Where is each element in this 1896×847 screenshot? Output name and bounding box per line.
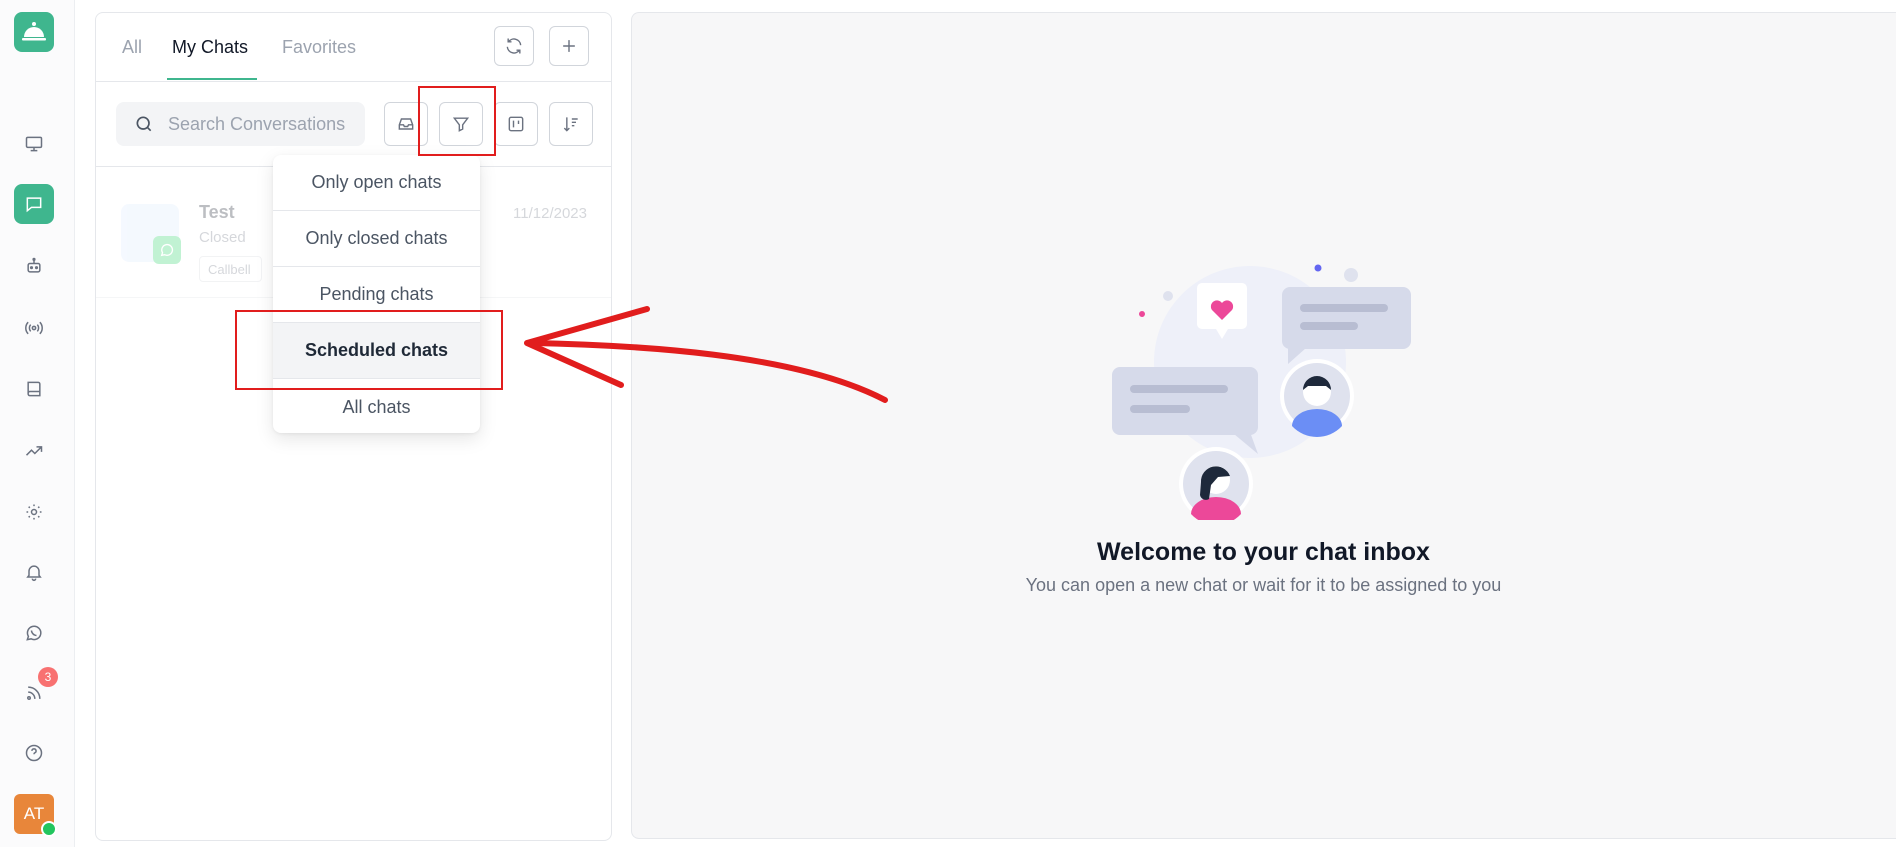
tag-label: Callbell (208, 261, 251, 277)
user-avatar[interactable]: AT (14, 794, 57, 837)
settings-icon (26, 504, 42, 520)
nav-knowledge-base[interactable] (14, 369, 54, 409)
app-logo[interactable] (14, 12, 54, 52)
trending-icon (25, 446, 43, 456)
inbox-filter-button[interactable] (384, 102, 428, 146)
tab-all[interactable]: All (122, 37, 142, 58)
book-icon (27, 381, 41, 397)
left-nav-rail: 3 AT (0, 0, 75, 847)
refresh-icon (506, 38, 522, 54)
active-tab-indicator (167, 78, 257, 80)
filter-option-scheduled[interactable]: Scheduled chats (273, 323, 480, 379)
filter-option-pending[interactable]: Pending chats (273, 267, 480, 323)
plus-icon (563, 40, 575, 52)
filter-button[interactable] (439, 102, 483, 146)
nav-chats[interactable] (14, 184, 54, 224)
help-icon (25, 744, 43, 762)
filter-option-closed[interactable]: Only closed chats (273, 211, 480, 267)
chat-inbox-illustration (1112, 264, 1411, 520)
new-chat-button[interactable] (549, 26, 589, 66)
tab-my-chats[interactable]: My Chats (172, 37, 248, 58)
nav-notifications[interactable] (14, 552, 54, 592)
broadcast-icon (25, 321, 43, 335)
nav-broadcast[interactable] (14, 308, 54, 348)
kanban-icon (508, 116, 524, 132)
nav-analytics[interactable] (14, 431, 54, 471)
chat-status: Closed (199, 229, 246, 246)
bell-icon (26, 565, 42, 582)
filter-icon (452, 117, 470, 132)
rss-icon (27, 686, 41, 700)
empty-state-subtitle: You can open a new chat or wait for it t… (1025, 575, 1502, 595)
nav-help[interactable] (14, 733, 54, 773)
chat-date: 11/12/2023 (513, 205, 587, 222)
search-box[interactable] (116, 102, 365, 146)
sort-button[interactable] (549, 102, 593, 146)
nav-bots[interactable] (14, 246, 54, 286)
notification-count-badge: 3 (38, 667, 58, 687)
nav-settings[interactable] (14, 492, 54, 532)
whatsapp-channel-icon (153, 236, 181, 264)
bell-service-icon (22, 22, 46, 41)
bot-icon (27, 257, 41, 273)
chat-tag: Callbell (199, 256, 262, 282)
nav-dashboard[interactable] (14, 124, 54, 164)
contact-name: Test (199, 202, 235, 222)
chat-icon (26, 197, 42, 213)
filter-option-all[interactable]: All chats (273, 379, 480, 433)
sort-icon (563, 117, 578, 132)
monitor-icon (25, 136, 43, 152)
nav-feeds[interactable]: 3 (14, 667, 58, 713)
refresh-button[interactable] (494, 26, 534, 66)
online-status-dot (41, 821, 57, 837)
avatar-initials: AT (23, 804, 45, 823)
chat-tabs: All My Chats Favorites (96, 13, 611, 82)
filter-dropdown-menu: Only open chats Only closed chats Pendin… (273, 155, 480, 433)
empty-state-title: Welcome to your chat inbox (1097, 538, 1430, 566)
tab-favorites[interactable]: Favorites (282, 37, 356, 58)
whatsapp-icon (26, 625, 42, 641)
nav-whatsapp[interactable] (14, 613, 54, 653)
search-input[interactable] (166, 112, 360, 136)
search-icon (136, 116, 152, 132)
inbox-icon (398, 118, 414, 130)
filter-option-open[interactable]: Only open chats (273, 155, 480, 211)
kanban-view-button[interactable] (494, 102, 538, 146)
